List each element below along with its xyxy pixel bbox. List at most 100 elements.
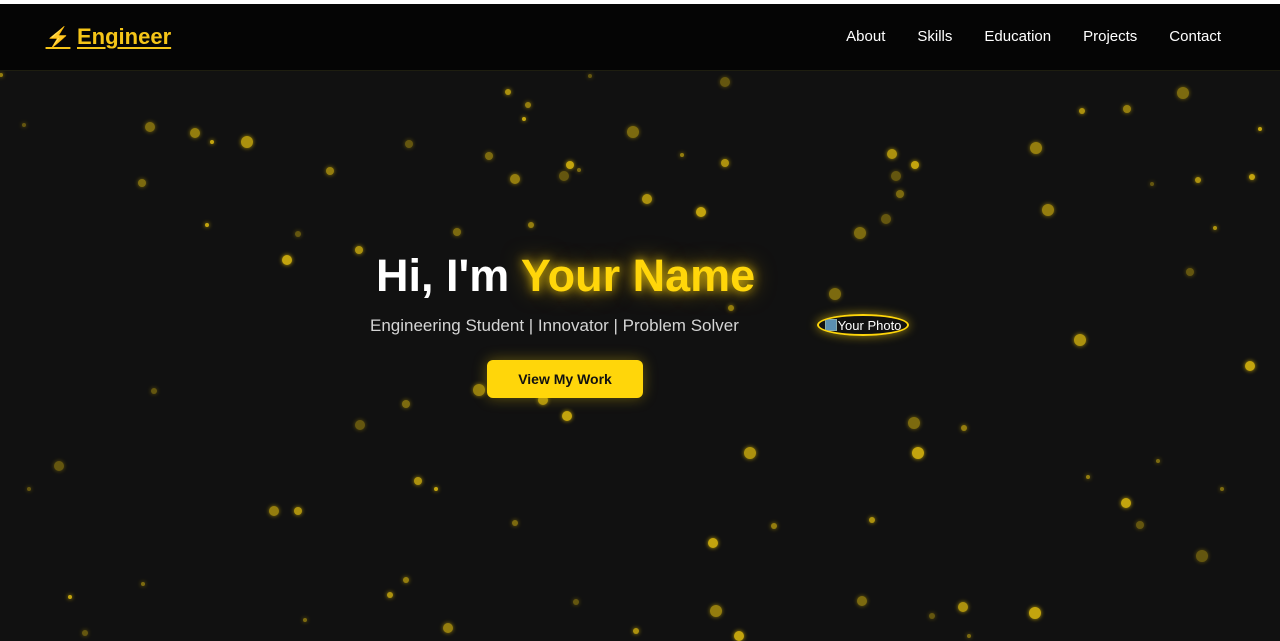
particle-dot: [402, 400, 410, 408]
particle-dot: [734, 631, 744, 641]
particle-dot: [577, 168, 581, 172]
particle-dot: [1186, 268, 1194, 276]
particle-dot: [562, 411, 572, 421]
nav-links: About Skills Education Projects Contact: [846, 28, 1221, 45]
view-my-work-button[interactable]: View My Work: [487, 360, 643, 398]
nav-link-education[interactable]: Education: [984, 28, 1051, 45]
logo-link[interactable]: ⚡ Engineer: [45, 24, 172, 50]
particle-dot: [1123, 105, 1131, 113]
nav-link-skills[interactable]: Skills: [917, 28, 952, 45]
particle-dot: [912, 447, 924, 459]
particle-dot: [911, 161, 919, 169]
particle-dot: [0, 73, 3, 77]
particle-dot: [1177, 87, 1189, 99]
particle-dot: [145, 122, 155, 132]
particle-dot: [141, 582, 145, 586]
particle-dot: [294, 507, 302, 515]
navbar: ⚡ Engineer About Skills Education Projec…: [0, 4, 1280, 71]
particle-dot: [967, 634, 971, 638]
particle-dot: [1245, 361, 1255, 371]
particle-dot: [355, 420, 365, 430]
particle-dot: [869, 517, 875, 523]
particle-dot: [566, 161, 574, 169]
nav-link-projects[interactable]: Projects: [1083, 28, 1137, 45]
particle-dot: [485, 152, 493, 160]
particle-dot: [1030, 142, 1042, 154]
particle-dot: [303, 618, 307, 622]
particle-dot: [1086, 475, 1090, 479]
particle-dot: [887, 149, 897, 159]
particle-dot: [68, 595, 72, 599]
particle-dot: [434, 487, 438, 491]
particle-dot: [710, 605, 722, 617]
particle-dot: [829, 288, 841, 300]
particle-dot: [696, 207, 706, 217]
particle-dot: [1249, 174, 1255, 180]
particle-dot: [326, 167, 334, 175]
particle-dot: [505, 89, 511, 95]
particle-dot: [1079, 108, 1085, 114]
particle-dot: [642, 194, 652, 204]
particle-dot: [205, 223, 209, 227]
particle-dot: [522, 117, 526, 121]
particle-dot: [210, 140, 214, 144]
nav-link-contact[interactable]: Contact: [1169, 28, 1221, 45]
particle-dot: [405, 140, 413, 148]
particle-dot: [1136, 521, 1144, 529]
profile-photo: Your Photo: [817, 314, 909, 336]
particle-dot: [1196, 550, 1208, 562]
hero-title: Hi, I'm Your Name: [376, 250, 755, 302]
particle-dot: [891, 171, 901, 181]
particle-dot: [1195, 177, 1201, 183]
particle-dot: [190, 128, 200, 138]
page-frame: ⚡ Engineer About Skills Education Projec…: [0, 4, 1280, 641]
particle-dot: [403, 577, 409, 583]
particle-dot: [720, 77, 730, 87]
particle-dot: [295, 231, 301, 237]
particle-dot: [82, 630, 88, 636]
particle-dot: [473, 384, 485, 396]
particle-dot: [1074, 334, 1086, 346]
particle-dot: [355, 246, 363, 254]
particle-dot: [138, 179, 146, 187]
particle-dot: [1121, 498, 1131, 508]
particle-dot: [744, 447, 756, 459]
particle-dot: [1042, 204, 1054, 216]
particle-dot: [708, 538, 718, 548]
particle-dot: [854, 227, 866, 239]
particle-dot: [387, 592, 393, 598]
particle-dot: [961, 425, 967, 431]
logo-text: Engineer: [77, 24, 172, 49]
particle-dot: [1258, 127, 1262, 131]
particle-dot: [27, 487, 31, 491]
particle-dot: [728, 305, 734, 311]
hero-subtitle: Engineering Student | Innovator | Proble…: [370, 316, 739, 335]
nav-link-about[interactable]: About: [846, 28, 885, 45]
particle-dot: [908, 417, 920, 429]
particle-dot: [414, 477, 422, 485]
particle-dot: [510, 174, 520, 184]
particle-dot: [896, 190, 904, 198]
lightning-bolt-icon: ⚡: [45, 26, 71, 49]
particle-dot: [771, 523, 777, 529]
particle-dot: [453, 228, 461, 236]
particle-dot: [857, 596, 867, 606]
particle-dot: [929, 613, 935, 619]
particle-dot: [1213, 226, 1217, 230]
particle-dot: [559, 171, 569, 181]
particle-dot: [1029, 607, 1041, 619]
particle-dot: [22, 123, 26, 127]
particle-dot: [512, 520, 518, 526]
particle-dot: [282, 255, 292, 265]
particle-dot: [241, 136, 253, 148]
particle-dot: [627, 126, 639, 138]
particle-dot: [443, 623, 453, 633]
particle-dot: [633, 628, 639, 634]
particle-dot: [525, 102, 531, 108]
hero-greeting: Hi, I'm: [376, 250, 521, 301]
broken-image-icon: [824, 319, 837, 331]
particle-dot: [721, 159, 729, 167]
particle-dot: [1150, 182, 1154, 186]
particle-dot: [1156, 459, 1160, 463]
particle-dot: [958, 602, 968, 612]
